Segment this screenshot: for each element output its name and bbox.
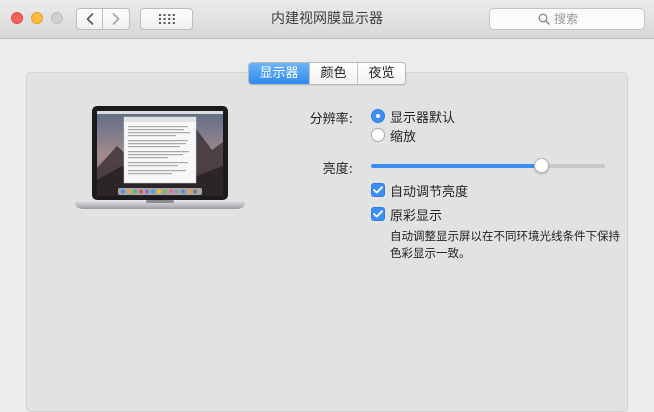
auto-brightness-checkbox[interactable] xyxy=(371,183,385,197)
search-input[interactable] xyxy=(554,12,596,26)
true-tone-description-line2: 色彩显示一致。 xyxy=(390,246,471,260)
back-button[interactable] xyxy=(76,8,103,30)
option-scaled-label[interactable]: 缩放 xyxy=(390,126,416,145)
brightness-slider-fill xyxy=(371,164,542,168)
tab-display[interactable]: 显示器 xyxy=(249,63,309,84)
option-default-for-display-label[interactable]: 显示器默认 xyxy=(390,107,455,126)
radio-scaled[interactable] xyxy=(371,128,385,142)
navigation-buttons xyxy=(76,8,131,30)
true-tone-description-line1: 自动调整显示屏以在不同环境光线条件下保持 xyxy=(390,229,620,243)
checkmark-icon xyxy=(373,210,383,218)
brightness-label: 亮度: xyxy=(322,162,353,177)
show-all-button[interactable] xyxy=(140,8,193,30)
forward-button[interactable] xyxy=(103,8,130,30)
radio-default-for-display[interactable] xyxy=(371,109,385,123)
search-icon xyxy=(538,13,550,25)
tab-night-shift[interactable]: 夜览 xyxy=(357,63,405,84)
chevron-left-icon xyxy=(86,13,93,25)
tab-color[interactable]: 颜色 xyxy=(309,63,357,84)
resolution-label: 分辨率: xyxy=(309,112,353,127)
true-tone-checkbox[interactable] xyxy=(371,207,385,221)
title-bar: 内建视网膜显示器 xyxy=(0,0,654,39)
laptop-illustration xyxy=(74,106,246,209)
auto-brightness-label[interactable]: 自动调节亮度 xyxy=(390,181,468,200)
grid-icon xyxy=(158,14,175,24)
tab-bar: 显示器 颜色 夜览 xyxy=(248,62,406,85)
close-button[interactable] xyxy=(11,12,23,24)
search-field[interactable] xyxy=(489,8,645,30)
brightness-slider[interactable] xyxy=(371,158,605,173)
true-tone-label[interactable]: 原彩显示 xyxy=(390,205,442,224)
checkmark-icon xyxy=(373,186,383,194)
minimize-button[interactable] xyxy=(31,12,43,24)
true-tone-description: 自动调整显示屏以在不同环境光线条件下保持 色彩显示一致。 xyxy=(390,228,625,262)
zoom-button[interactable] xyxy=(51,12,63,24)
chevron-right-icon xyxy=(112,13,120,25)
